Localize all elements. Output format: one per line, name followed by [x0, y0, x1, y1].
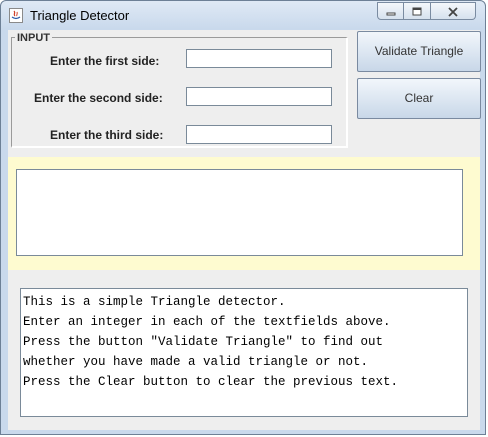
content-pane: INPUT Enter the first side: Enter the se…	[8, 30, 481, 430]
instructions-textarea[interactable]: This is a simple Triangle detector. Ente…	[20, 288, 468, 417]
validate-triangle-button[interactable]: Validate Triangle	[357, 31, 481, 72]
clear-button[interactable]: Clear	[357, 78, 481, 119]
java-app-icon	[9, 8, 23, 23]
second-side-input[interactable]	[186, 87, 332, 106]
title-bar[interactable]: Triangle Detector	[1, 1, 487, 29]
instruction-line: whether you have made a valid triangle o…	[23, 355, 369, 369]
instruction-line: This is a simple Triangle detector.	[23, 295, 286, 309]
minimize-button[interactable]	[377, 2, 404, 20]
window-controls	[377, 2, 476, 21]
maximize-button[interactable]	[404, 2, 431, 20]
instruction-line: Press the Clear button to clear the prev…	[23, 375, 399, 389]
instruction-line: Press the button "Validate Triangle" to …	[23, 335, 384, 349]
close-button[interactable]	[431, 2, 476, 20]
window-title: Triangle Detector	[30, 8, 130, 23]
result-display[interactable]	[16, 169, 463, 256]
minimize-icon	[378, 4, 403, 21]
input-group-legend: INPUT	[15, 32, 52, 44]
second-side-label: Enter the second side:	[34, 91, 163, 105]
first-side-label: Enter the first side:	[50, 54, 160, 68]
close-icon	[431, 4, 475, 21]
first-side-input[interactable]	[186, 49, 332, 68]
result-panel	[8, 157, 480, 270]
maximize-icon	[404, 4, 430, 21]
third-side-label: Enter the third side:	[50, 128, 164, 142]
third-side-input[interactable]	[186, 125, 332, 144]
instruction-line: Enter an integer in each of the textfiel…	[23, 315, 391, 329]
app-window: Triangle Detector INPUT Enter the first …	[0, 0, 486, 435]
